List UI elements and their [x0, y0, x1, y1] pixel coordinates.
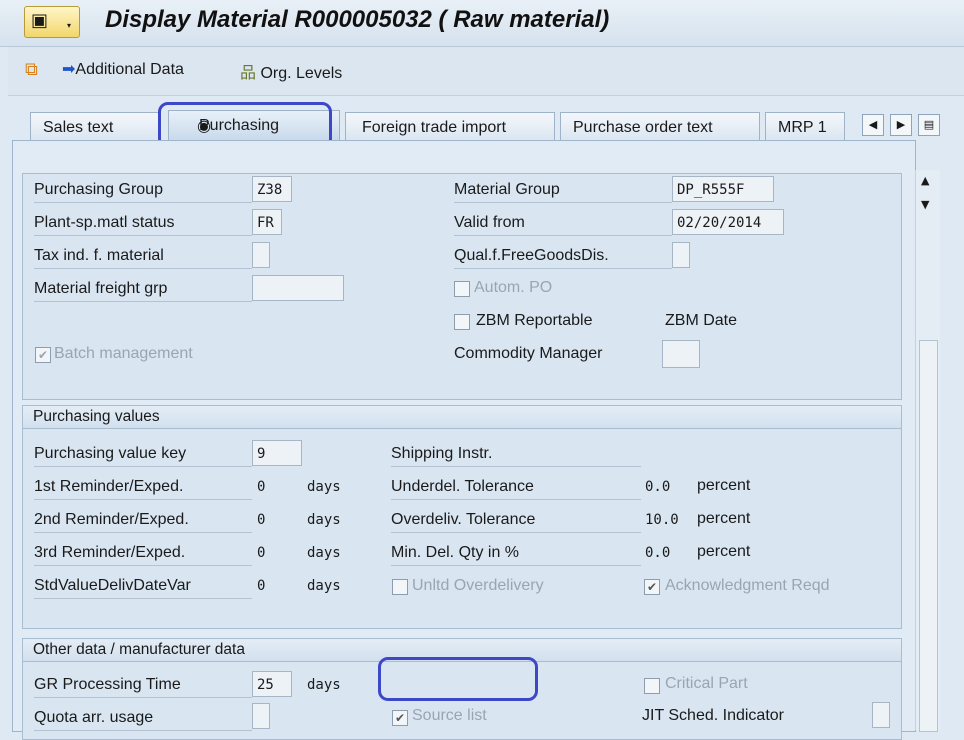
- scroll-down-icon[interactable]: ▼: [921, 198, 929, 211]
- std-value-value: 0: [257, 578, 266, 594]
- critical-part-checkbox[interactable]: [644, 678, 660, 694]
- hierarchy-icon: 品: [240, 65, 257, 82]
- overdel-unit: percent: [697, 510, 751, 527]
- tab-scroll-left-button[interactable]: ◀: [862, 114, 884, 136]
- tab-label: MRP 1: [778, 119, 827, 136]
- tab-list-button[interactable]: ▤: [918, 114, 940, 136]
- std-value-label: StdValueDelivDateVar: [34, 574, 252, 599]
- value-key-label: Purchasing value key: [34, 442, 252, 467]
- arrow-right-icon: ➡: [62, 61, 76, 78]
- tab-label: Purchase order text: [573, 119, 713, 136]
- gr-time-unit: days: [307, 677, 341, 693]
- source-list-label: Source list: [412, 707, 487, 724]
- org-levels-label: Org. Levels: [260, 65, 343, 82]
- vertical-scrollbar[interactable]: ▲ ▼: [915, 170, 940, 732]
- tax-ind-label: Tax ind. f. material: [34, 244, 252, 269]
- tab-label: Sales text: [43, 119, 114, 136]
- autom-po-label: Autom. PO: [474, 279, 553, 296]
- batch-management-label: Batch management: [54, 345, 193, 362]
- overdel-label: Overdeliv. Tolerance: [391, 508, 641, 533]
- reminder1-label: 1st Reminder/Exped.: [34, 475, 252, 500]
- plant-status-field[interactable]: FR: [252, 209, 282, 235]
- valid-from-field[interactable]: 02/20/2014: [672, 209, 784, 235]
- reminder1-unit: days: [307, 479, 341, 495]
- reminder1-value: 0: [257, 479, 266, 495]
- underdel-label: Underdel. Tolerance: [391, 475, 641, 500]
- unltd-overdelivery-checkbox[interactable]: [392, 579, 408, 595]
- commodity-manager-field[interactable]: [662, 340, 700, 368]
- batch-management-checkbox[interactable]: ✔: [35, 347, 51, 363]
- tax-ind-field[interactable]: [252, 242, 270, 268]
- group-title: Purchasing values: [23, 406, 901, 429]
- valid-from-label: Valid from: [454, 211, 672, 236]
- reminder2-value: 0: [257, 512, 266, 528]
- page-title: Display Material R000005032 ( Raw materi…: [105, 6, 610, 33]
- switch-view-icon[interactable]: ⧉: [25, 59, 38, 80]
- freight-grp-label: Material freight grp: [34, 277, 252, 302]
- jit-label: JIT Sched. Indicator: [642, 707, 784, 724]
- system-menu-button[interactable]: ▣ ▾: [24, 6, 80, 38]
- source-list-checkbox[interactable]: ✔: [392, 710, 408, 726]
- reminder3-label: 3rd Reminder/Exped.: [34, 541, 252, 566]
- tab-mrp-1[interactable]: MRP 1: [765, 112, 845, 140]
- unltd-overdelivery-label: Unltd Overdelivery: [412, 577, 544, 594]
- material-group-field[interactable]: DP_R555F: [672, 176, 774, 202]
- min-del-label: Min. Del. Qty in %: [391, 541, 641, 566]
- scroll-thumb[interactable]: [919, 340, 938, 732]
- min-del-value: 0.0: [645, 545, 671, 561]
- zbm-reportable-checkbox[interactable]: [454, 314, 470, 330]
- zbm-date-label: ZBM Date: [665, 312, 738, 329]
- acknowledgment-checkbox[interactable]: ✔: [644, 579, 660, 595]
- tab-purchase-order-text[interactable]: Purchase order text: [560, 112, 760, 140]
- gr-time-label: GR Processing Time: [34, 673, 252, 698]
- purchasing-group-field[interactable]: Z38: [252, 176, 292, 202]
- qual-free-goods-label: Qual.f.FreeGoodsDis.: [454, 244, 672, 269]
- autom-po-checkbox[interactable]: [454, 281, 470, 297]
- underdel-unit: percent: [697, 477, 751, 494]
- scroll-up-icon[interactable]: ▲: [921, 174, 929, 187]
- underdel-value: 0.0: [645, 479, 671, 495]
- additional-data-button[interactable]: ➡Additional Data: [62, 59, 184, 79]
- reminder2-label: 2nd Reminder/Exped.: [34, 508, 252, 533]
- title-bar: ▣ ▾ Display Material R000005032 ( Raw mat…: [0, 0, 964, 47]
- critical-part-label: Critical Part: [665, 675, 748, 692]
- reminder3-unit: days: [307, 545, 341, 561]
- overdel-value: 10.0: [645, 512, 679, 528]
- gr-time-field[interactable]: 25: [252, 671, 292, 697]
- qual-free-goods-field[interactable]: [672, 242, 690, 268]
- commodity-manager-label: Commodity Manager: [454, 345, 603, 362]
- zbm-reportable-label: ZBM Reportable: [476, 312, 593, 329]
- acknowledgment-label: Acknowledgment Reqd: [665, 577, 830, 594]
- freight-grp-field[interactable]: [252, 275, 344, 301]
- org-levels-button[interactable]: 品 Org. Levels: [240, 59, 342, 83]
- reminder3-value: 0: [257, 545, 266, 561]
- tab-foreign-trade-import[interactable]: Foreign trade import: [345, 112, 555, 140]
- dropdown-icon: ▾: [67, 21, 72, 30]
- plant-status-label: Plant-sp.matl status: [34, 211, 252, 236]
- material-group-label: Material Group: [454, 178, 672, 203]
- jit-field[interactable]: [872, 702, 890, 728]
- quota-field[interactable]: [252, 703, 270, 729]
- tab-scroll-right-button[interactable]: ▶: [890, 114, 912, 136]
- shipping-instr-label: Shipping Instr.: [391, 442, 641, 467]
- std-value-unit: days: [307, 578, 341, 594]
- menu-icon: ▣: [31, 10, 49, 31]
- reminder2-unit: days: [307, 512, 341, 528]
- value-key-field[interactable]: 9: [252, 440, 302, 466]
- tab-sales-text[interactable]: Sales text: [30, 112, 160, 140]
- additional-data-label: Additional Data: [75, 61, 184, 78]
- purchasing-group-label: Purchasing Group: [34, 178, 252, 203]
- highlight-annotation: [378, 657, 538, 701]
- quota-label: Quota arr. usage: [34, 706, 252, 731]
- min-del-unit: percent: [697, 543, 751, 560]
- tab-label: Foreign trade import: [362, 119, 507, 136]
